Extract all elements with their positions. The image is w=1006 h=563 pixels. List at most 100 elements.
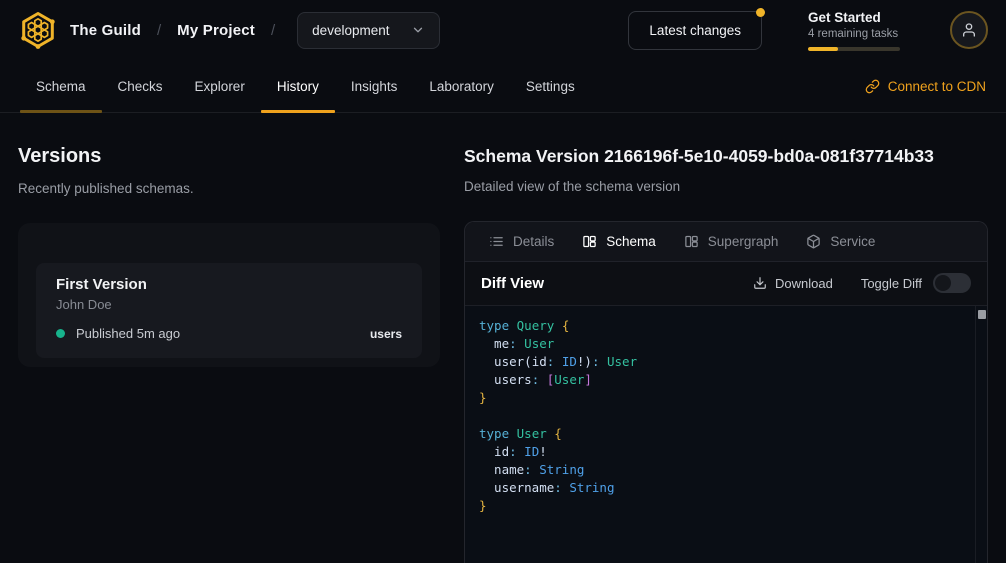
nav-tab-label: Schema (36, 79, 86, 94)
notification-dot (756, 8, 765, 17)
detail-tab-details[interactable]: Details (475, 222, 568, 261)
version-name: First Version (56, 276, 402, 293)
version-meta-row: Published 5m ago users (56, 326, 402, 341)
code-line: users: [User] (479, 371, 963, 389)
detail-tab-service[interactable]: Service (792, 222, 889, 261)
target-selector-value: development (312, 23, 389, 38)
nav-tab-underline (179, 110, 261, 113)
detail-tab-label: Schema (606, 234, 656, 249)
nav-tab-label: Laboratory (429, 79, 494, 94)
download-icon (753, 276, 767, 290)
top-header: The Guild / My Project / development Lat… (0, 0, 1006, 60)
diff-view-header: Diff View Download Toggle Diff (465, 262, 987, 306)
schema-version-subtitle: Detailed view of the schema version (464, 179, 988, 194)
toggle-diff-switch[interactable] (933, 273, 971, 293)
breadcrumb-separator: / (271, 22, 275, 39)
nav-tab-underline (335, 110, 414, 113)
nav-tab-label: Insights (351, 79, 398, 94)
code-scrollbar[interactable] (975, 306, 987, 563)
code-line: } (479, 497, 963, 515)
download-button[interactable]: Download (753, 276, 833, 291)
versions-section: Versions Recently published schemas. Fir… (18, 113, 440, 367)
nav-tab-underline (510, 110, 591, 113)
breadcrumb-separator: / (157, 22, 161, 39)
chevron-down-icon (411, 23, 425, 37)
versions-card: First Version John Doe Published 5m ago … (18, 223, 440, 367)
target-selector-dropdown[interactable]: development (297, 12, 440, 49)
get-started-progress-fill (808, 47, 838, 51)
detail-tab-list: Details Schema Supergraph Service (465, 222, 987, 262)
download-label: Download (775, 276, 833, 291)
list-icon (489, 234, 504, 249)
link-icon (865, 79, 880, 94)
code-line: name: String (479, 461, 963, 479)
columns-icon (684, 234, 699, 249)
diff-view-title: Diff View (481, 275, 544, 292)
latest-changes-label: Latest changes (649, 23, 741, 38)
nav-tab-underline (102, 110, 179, 113)
nav-tab-label: Explorer (195, 79, 245, 94)
nav-tab-label: Settings (526, 79, 575, 94)
nav-tab-underline (261, 110, 335, 113)
schema-version-section: Schema Version 2166196f-5e10-4059-bd0a-0… (464, 113, 988, 563)
nav-tab-laboratory[interactable]: Laboratory (413, 60, 510, 112)
get-started-progress-bar (808, 47, 900, 51)
breadcrumb-project[interactable]: My Project (177, 22, 255, 39)
version-status: Published 5m ago (76, 326, 180, 341)
main-content: Versions Recently published schemas. Fir… (0, 113, 1006, 563)
hive-logo-icon[interactable] (18, 10, 58, 50)
app-window: The Guild / My Project / development Lat… (0, 0, 1006, 563)
code-line: user(id: ID!): User (479, 353, 963, 371)
connect-to-cdn-label: Connect to CDN (888, 79, 986, 94)
code-scrollbar-thumb[interactable] (978, 310, 986, 319)
diff-controls: Download Toggle Diff (753, 273, 971, 293)
nav-tab-schema[interactable]: Schema (20, 60, 102, 112)
get-started-widget[interactable]: Get Started 4 remaining tasks (808, 10, 904, 51)
connect-to-cdn-button[interactable]: Connect to CDN (865, 60, 986, 112)
code-line: type Query { (479, 317, 963, 335)
latest-changes-button[interactable]: Latest changes (628, 11, 762, 50)
version-list-item[interactable]: First Version John Doe Published 5m ago … (36, 263, 422, 358)
schema-code: type Query {me: Useruser(id: ID!): Useru… (479, 317, 963, 515)
breadcrumb-org[interactable]: The Guild (70, 22, 141, 39)
versions-title: Versions (18, 145, 440, 168)
detail-tab-label: Details (513, 234, 554, 249)
get-started-title: Get Started (808, 10, 904, 25)
detail-tab-supergraph[interactable]: Supergraph (670, 222, 793, 261)
code-line: id: ID! (479, 443, 963, 461)
toggle-diff-label: Toggle Diff (861, 276, 922, 291)
schema-version-title: Schema Version 2166196f-5e10-4059-bd0a-0… (464, 146, 988, 167)
nav-tab-checks[interactable]: Checks (102, 60, 179, 112)
versions-subtitle: Recently published schemas. (18, 181, 440, 196)
get-started-subtitle: 4 remaining tasks (808, 28, 904, 40)
version-service-badge: users (370, 327, 402, 341)
nav-tab-history[interactable]: History (261, 60, 335, 112)
primary-nav: Schema Checks Explorer History Insights Labor… (0, 60, 1006, 113)
schema-detail-panel: Details Schema Supergraph Service Diff V… (464, 221, 988, 563)
nav-tab-settings[interactable]: Settings (510, 60, 591, 112)
toggle-knob (935, 275, 951, 291)
detail-tab-schema[interactable]: Schema (568, 222, 670, 261)
columns-icon (582, 234, 597, 249)
published-status-dot (56, 329, 65, 338)
nav-tab-explorer[interactable]: Explorer (179, 60, 261, 112)
nav-tab-label: History (277, 79, 319, 94)
user-avatar[interactable] (950, 11, 988, 49)
code-line: type User { (479, 425, 963, 443)
schema-code-viewer[interactable]: type Query {me: Useruser(id: ID!): Useru… (465, 306, 987, 563)
detail-tab-label: Service (830, 234, 875, 249)
code-line: username: String (479, 479, 963, 497)
header-actions: Latest changes Get Started 4 remaining t… (628, 10, 988, 51)
toggle-diff-control: Toggle Diff (861, 273, 971, 293)
code-line (479, 407, 963, 425)
cube-icon (806, 234, 821, 249)
code-line: } (479, 389, 963, 407)
nav-tab-list: Schema Checks Explorer History Insights Labor… (20, 60, 591, 112)
code-line: me: User (479, 335, 963, 353)
version-author: John Doe (56, 297, 402, 312)
nav-tab-underline (413, 110, 510, 113)
nav-tab-underline (20, 110, 102, 113)
nav-tab-label: Checks (118, 79, 163, 94)
person-icon (961, 22, 977, 38)
nav-tab-insights[interactable]: Insights (335, 60, 414, 112)
